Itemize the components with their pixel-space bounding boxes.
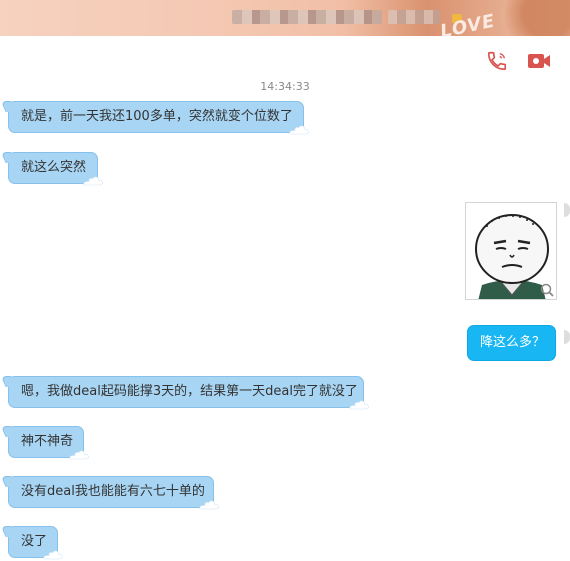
message-bubble[interactable]: 就是，前一天我还100多单，突然就变个位数了 xyxy=(8,101,309,135)
cloud-decoration-icon xyxy=(83,176,103,186)
message-timestamp: 14:34:33 xyxy=(260,80,310,93)
message-text: 嗯，我做deal起码能撑3天的，结果第一天deal完了就没了 xyxy=(21,384,358,399)
message-text: 就这么突然 xyxy=(21,160,87,175)
message-bubble[interactable]: 没了 xyxy=(8,526,63,560)
blurred-contact-name xyxy=(232,10,382,24)
message-bubble[interactable]: 神不神奇 xyxy=(8,426,89,460)
message-bubble[interactable]: 降这么多？ xyxy=(467,325,556,361)
call-toolbar xyxy=(484,48,552,74)
scroll-marker xyxy=(564,203,570,217)
meme-face-sticker[interactable] xyxy=(465,202,557,300)
message-text: 神不神奇 xyxy=(21,434,74,449)
message-bubble[interactable]: 没有deal我也能能有六七十单的 xyxy=(8,476,219,510)
cloud-decoration-icon xyxy=(349,400,369,410)
cloud-decoration-icon xyxy=(199,500,219,510)
decorative-coffee-cup xyxy=(500,0,570,36)
chat-header-banner: LOVE xyxy=(0,0,570,36)
phone-icon[interactable] xyxy=(484,48,510,74)
cloud-decoration-icon xyxy=(69,450,89,460)
message-text: 降这么多？ xyxy=(480,335,546,350)
message-bubble[interactable]: 就这么突然 xyxy=(8,152,103,186)
message-text: 就是，前一天我还100多单，突然就变个位数了 xyxy=(21,109,293,124)
message-bubble[interactable]: 嗯，我做deal起码能撑3天的，结果第一天deal完了就没了 xyxy=(8,376,369,410)
decorative-love-text: LOVE xyxy=(438,10,498,36)
message-text: 没有deal我也能能有六七十单的 xyxy=(21,484,205,499)
scroll-marker xyxy=(564,330,570,344)
cloud-decoration-icon xyxy=(43,550,63,560)
video-camera-icon[interactable] xyxy=(526,48,552,74)
cloud-decoration-icon xyxy=(289,125,309,135)
blurred-contact-name-extra xyxy=(388,10,440,24)
